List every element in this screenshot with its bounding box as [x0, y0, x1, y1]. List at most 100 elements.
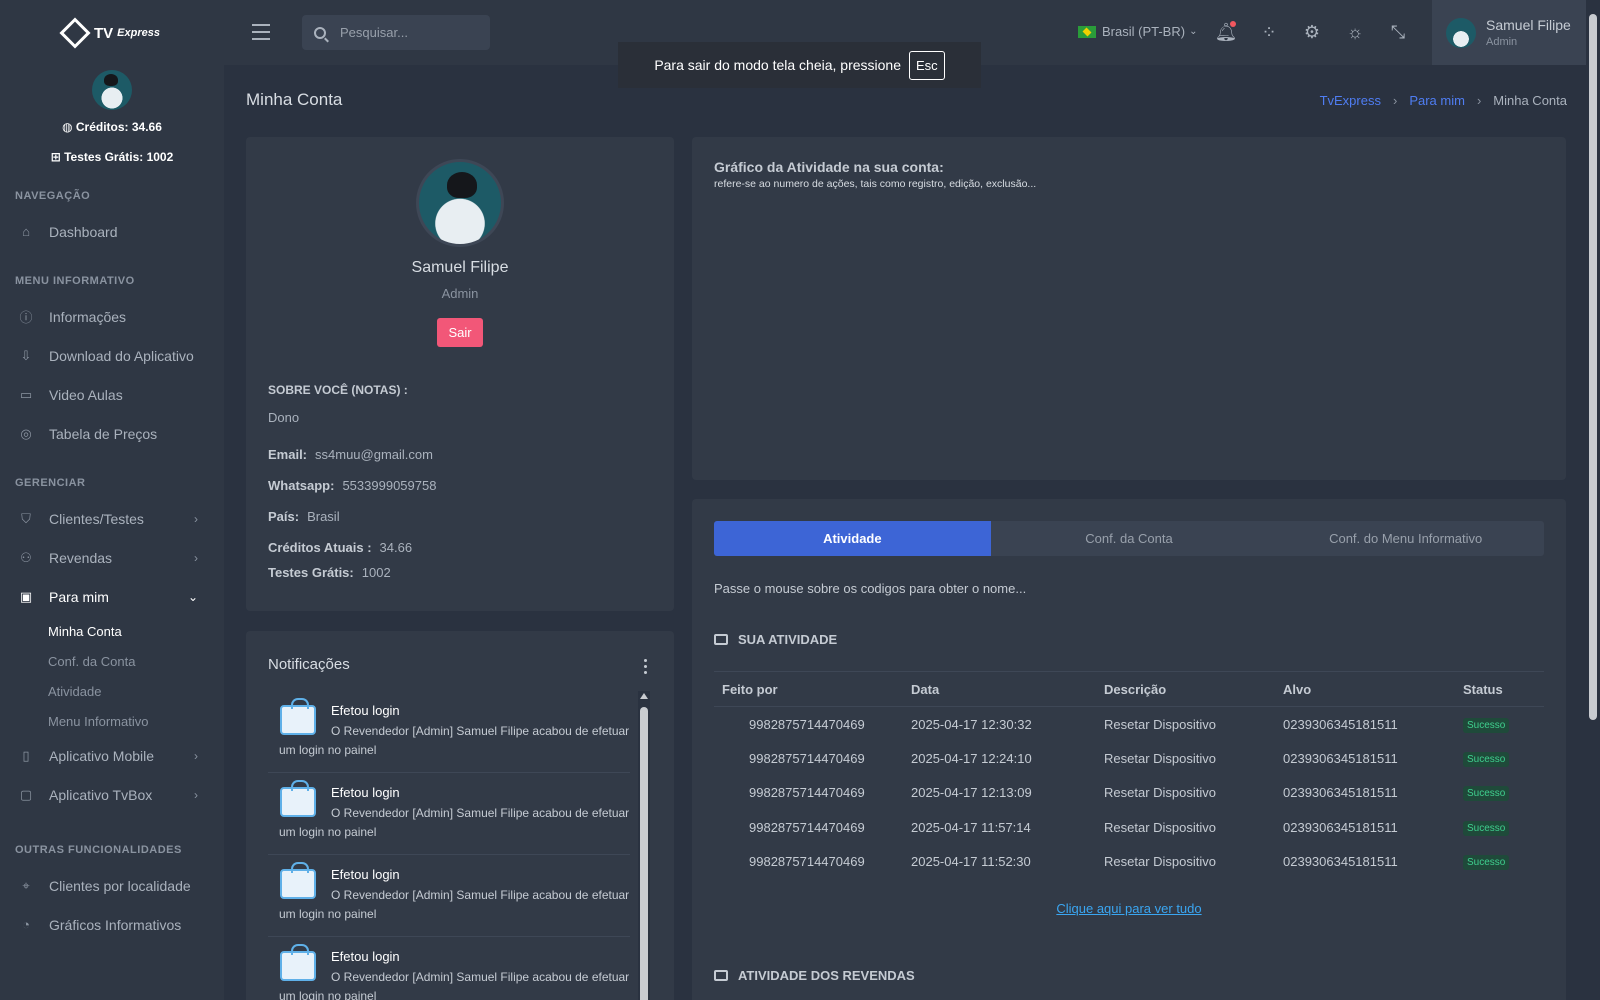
section-title-atividade-revendas: ATIVIDADE DOS REVENDAS: [714, 968, 915, 983]
cell-description: Resetar Dispositivo: [1104, 854, 1216, 870]
activity-table: Feito por Data Descrição Alvo Status 998…: [714, 671, 1544, 879]
gear-icon[interactable]: ⚙: [1300, 20, 1324, 44]
sidebar-item-clients[interactable]: ⛉ Clientes/Testes ›: [0, 499, 224, 538]
status-badge: Sucesso: [1463, 855, 1510, 871]
bell-icon[interactable]: 🔔︎: [1214, 20, 1238, 44]
avatar: [92, 70, 132, 110]
page-scrollbar[interactable]: [1586, 0, 1600, 1000]
section-other: OUTRAS FUNCIONALIDADES: [15, 844, 182, 856]
notifications-list: Efetou login O Revendedor [Admin] Samuel…: [268, 691, 630, 1000]
section-title-sua-atividade: SUA ATIVIDADE: [714, 632, 837, 647]
more-options-icon[interactable]: [644, 659, 648, 677]
chevron-down-icon: ⌄: [1189, 26, 1198, 37]
search-input[interactable]: [340, 25, 480, 40]
search-box: [302, 15, 490, 50]
search-icon: [314, 26, 326, 39]
profile-role: Admin: [441, 286, 479, 301]
app-logo[interactable]: TV Express: [0, 0, 224, 66]
list-item[interactable]: Efetou login O Revendedor [Admin] Samuel…: [268, 691, 630, 773]
lock-laptop-icon: [280, 862, 316, 899]
cell-target[interactable]: 0239306345181511: [1275, 707, 1455, 742]
tab-conf-conta[interactable]: Conf. da Conta: [991, 521, 1268, 556]
sidebar-item-prices[interactable]: ◎ Tabela de Preços: [0, 414, 224, 453]
chevron-right-icon: ›: [194, 748, 198, 763]
lock-laptop-icon: [280, 780, 316, 817]
chevron-right-icon: ›: [194, 550, 198, 565]
notifications-card: Notificações Efetou login O Revendedor […: [246, 631, 674, 1000]
sidebar-item-charts[interactable]: ◔ Gráficos Informativos: [0, 905, 224, 944]
notifications-scrollbar[interactable]: [638, 691, 650, 1000]
language-selector[interactable]: Brasil (PT-BR) ⌄: [1078, 24, 1197, 39]
avatar: [1446, 17, 1476, 48]
breadcrumb: TvExpress › Para mim › Minha Conta: [1320, 93, 1567, 108]
sidebar-item-videos[interactable]: ▭ Video Aulas: [0, 375, 224, 414]
home-icon: ⌂: [22, 224, 30, 239]
column-header: Status: [1455, 671, 1544, 707]
see-all-link[interactable]: Clique aqui para ver tudo: [692, 901, 1566, 916]
free-tests-field: Testes Grátis: 1002: [268, 565, 391, 580]
sidebar-item-mobile[interactable]: ▯ Aplicativo Mobile ›: [0, 736, 224, 775]
esc-key: Esc: [909, 50, 945, 80]
logo-icon: [59, 17, 91, 49]
phone-icon: ▯: [22, 747, 30, 763]
sidebar-item-resellers[interactable]: ⚇ Revendas ›: [0, 538, 224, 577]
table-row: 9982875714470469 2025-04-17 12:24:10 Res…: [714, 741, 1544, 776]
page-title: Minha Conta: [246, 90, 343, 109]
user-menu[interactable]: Samuel Filipe Admin: [1432, 0, 1600, 65]
tab-atividade[interactable]: Atividade: [714, 521, 991, 556]
cell-target[interactable]: 0239306345181511: [1275, 776, 1455, 811]
laptop-icon: [714, 970, 728, 981]
list-item[interactable]: Efetou login O Revendedor [Admin] Samuel…: [268, 773, 630, 855]
cell-user-code[interactable]: 9982875714470469: [714, 810, 903, 845]
cell-user-code[interactable]: 9982875714470469: [714, 741, 903, 776]
cell-user-code[interactable]: 9982875714470469: [714, 776, 903, 811]
list-item[interactable]: Efetou login O Revendedor [Admin] Samuel…: [268, 937, 630, 1000]
breadcrumb-link-para-mim[interactable]: Para mim: [1409, 93, 1465, 108]
sun-icon[interactable]: ☼: [1343, 20, 1367, 44]
breadcrumb-link-home[interactable]: TvExpress: [1320, 93, 1381, 108]
country-field: País: Brasil: [268, 509, 340, 524]
activity-tabs: Atividade Conf. da Conta Conf. do Menu I…: [714, 521, 1544, 556]
cell-description: Resetar Dispositivo: [1104, 716, 1216, 732]
cell-user-code[interactable]: 9982875714470469: [714, 845, 903, 880]
table-row: 9982875714470469 2025-04-17 12:30:32 Res…: [714, 707, 1544, 742]
chevron-right-icon: ›: [194, 511, 198, 526]
sidebar-subitem-minha-conta[interactable]: Minha Conta: [0, 616, 224, 646]
cell-target[interactable]: 0239306345181511: [1275, 845, 1455, 880]
download-icon: ⇩: [20, 347, 32, 363]
sidebar-item-by-location[interactable]: ⌖ Clientes por localidade: [0, 866, 224, 905]
sidebar-item-download[interactable]: ⇩ Download do Aplicativo: [0, 336, 224, 375]
sidebar-subitem-conf-conta[interactable]: Conf. da Conta: [0, 646, 224, 676]
status-badge: Sucesso: [1463, 751, 1510, 767]
toast-text: Para sair do modo tela cheia, pressione: [654, 57, 902, 73]
sidebar-item-info[interactable]: ⓘ Informações: [0, 297, 224, 336]
lock-laptop-icon: [280, 698, 316, 735]
profile-avatar: [416, 159, 504, 247]
chevron-right-icon: ›: [1392, 93, 1398, 108]
chevron-down-icon: ⌄: [187, 589, 198, 604]
tab-conf-menu[interactable]: Conf. do Menu Informativo: [1267, 521, 1544, 556]
list-item[interactable]: Efetou login O Revendedor [Admin] Samuel…: [268, 855, 630, 937]
chevron-right-icon: ›: [194, 787, 198, 802]
logout-button[interactable]: Sair: [437, 318, 483, 347]
cell-target[interactable]: 0239306345181511: [1275, 810, 1455, 845]
menu-toggle-icon[interactable]: [252, 24, 270, 40]
sidebar-subitem-menu-informativo[interactable]: Menu Informativo: [0, 706, 224, 736]
notification-dot: [1230, 21, 1236, 27]
credits-text: ◍ Créditos: 34.66: [62, 120, 162, 134]
briefcase-icon: [714, 634, 728, 645]
apps-icon[interactable]: ⁘: [1257, 20, 1281, 44]
logo-text: TV: [94, 24, 114, 42]
cell-target[interactable]: 0239306345181511: [1275, 741, 1455, 776]
exit-fullscreen-icon[interactable]: ⤡: [1386, 20, 1410, 44]
sidebar-item-tvbox[interactable]: ▢ Aplicativo TvBox ›: [0, 775, 224, 814]
shield-icon: ⛉: [21, 510, 31, 526]
cell-user-code[interactable]: 9982875714470469: [714, 707, 903, 742]
sidebar-item-para-mim[interactable]: ▣ Para mim ⌄: [0, 577, 224, 616]
sidebar-subitem-atividade[interactable]: Atividade: [0, 676, 224, 706]
hover-hint: Passe o mouse sobre os codigos para obte…: [714, 581, 1027, 596]
cell-description: Resetar Dispositivo: [1104, 750, 1216, 766]
chevron-right-icon: ›: [1476, 93, 1482, 108]
user-icon: ⚇: [20, 549, 32, 565]
sidebar-item-dashboard[interactable]: ⌂ Dashboard: [0, 212, 224, 251]
